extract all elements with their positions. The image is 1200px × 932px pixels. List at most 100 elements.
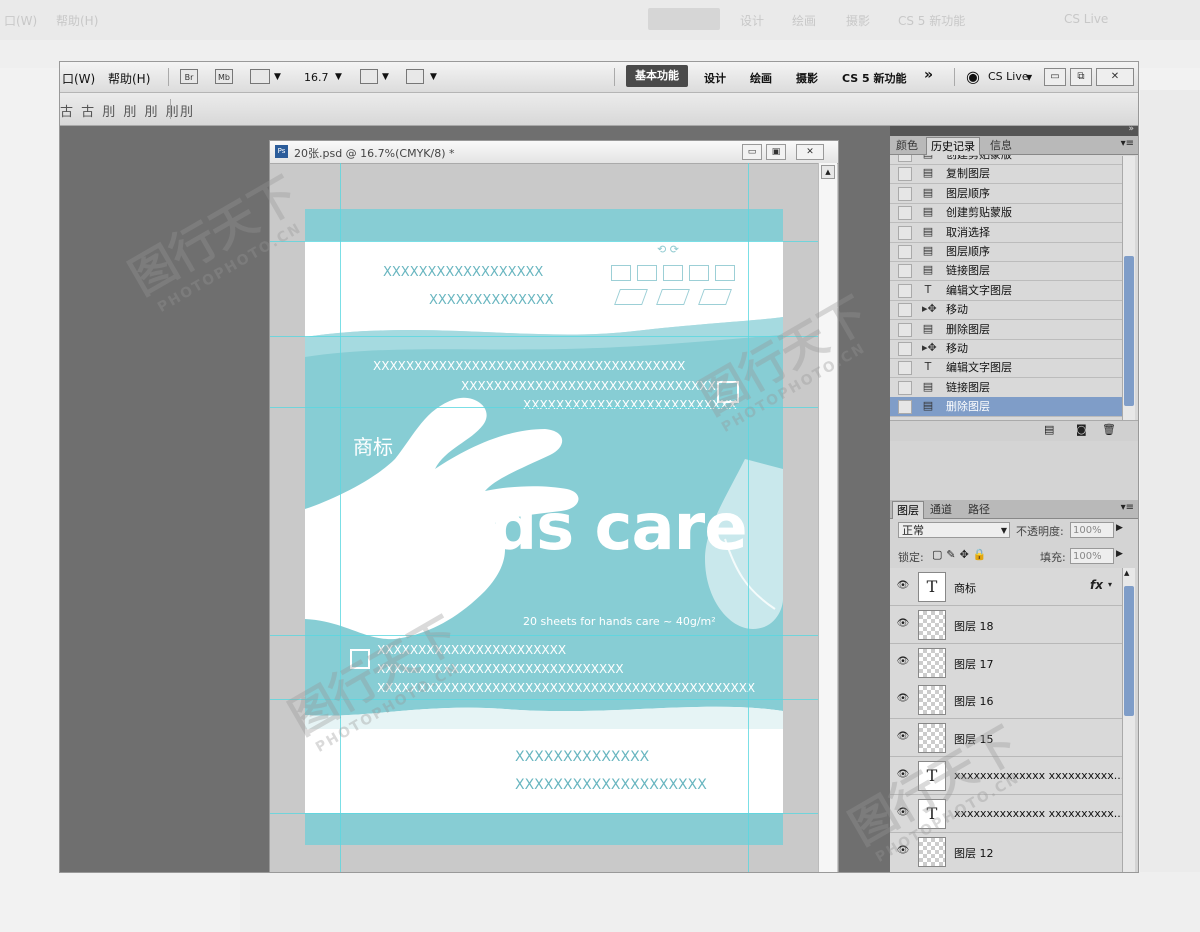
visibility-eye-icon[interactable]: 👁 [896,730,910,744]
workspace-design[interactable]: 设计 [704,70,726,86]
history-source-checkbox[interactable] [898,245,912,259]
workspace-essentials-button[interactable]: 基本功能 [626,65,688,87]
history-source-checkbox[interactable] [898,342,912,356]
layer-name[interactable]: 商标 [954,580,976,596]
opacity-slider-icon[interactable]: ▶ [1116,523,1123,533]
more-workspaces-icon[interactable]: » [924,67,933,83]
view-extras-dropdown-icon[interactable]: ▼ [274,72,281,82]
history-state[interactable]: T 编辑文字图层 [890,281,1122,301]
layers-panel-menu-icon[interactable]: ▾≡ [1121,502,1134,513]
cs-live-button[interactable]: CS Live [988,70,1029,83]
arrange-documents-button[interactable] [360,69,378,84]
doc-minimize-button[interactable]: ▭ [742,144,762,160]
layer-name[interactable]: xxxxxxxxxxxxxx xxxxxxxxxx... [954,807,1122,820]
layers-scroll-up-icon[interactable]: ▲ [1124,569,1129,577]
guide-vertical[interactable] [748,163,749,872]
layer-name[interactable]: 图层 15 [954,731,994,747]
lock-icons[interactable]: ▢✎✥🔒 [932,548,991,561]
layer-row[interactable]: 👁 图层 15 [890,719,1122,758]
layer-effects-icon[interactable]: fx [1090,578,1103,592]
screen-mode-button[interactable] [406,69,424,84]
tab-channels[interactable]: 通道 [926,501,956,518]
doc-close-button[interactable]: ✕ [796,144,824,160]
layer-row[interactable]: 👁 Txxxxxxxxxxxxxx xxxxxxxxxx... [890,794,1122,833]
history-source-checkbox[interactable] [898,400,912,415]
arrange-dropdown-icon[interactable]: ▼ [382,72,389,82]
tab-color[interactable]: 颜色 [892,137,922,154]
blend-mode-select[interactable]: 正常 ▼ [898,522,1010,538]
new-snapshot-icon[interactable]: ◙ [1076,423,1087,436]
document-vertical-scrollbar[interactable]: ▲ [818,163,837,872]
tab-layers[interactable]: 图层 [892,501,924,519]
collapse-panels-icon[interactable]: » [1128,124,1134,134]
history-source-checkbox[interactable] [898,167,912,182]
panel-dock-header[interactable]: » [890,124,1138,136]
layer-name[interactable]: 图层 17 [954,656,994,672]
layer-row[interactable]: 👁 图层 18 [890,605,1122,644]
history-source-checkbox[interactable] [898,361,912,376]
tab-history[interactable]: 历史记录 [926,137,980,155]
guide-horizontal[interactable] [270,241,818,242]
history-state[interactable]: ▤ 删除图层 [890,320,1122,340]
history-state[interactable]: ▤ 取消选择 [890,223,1122,243]
new-document-from-state-icon[interactable]: ▤ [1044,423,1054,436]
menu-window[interactable]: 口(W) [62,70,95,87]
layer-name[interactable]: 图层 18 [954,618,994,634]
cs-live-icon[interactable]: ◉ [966,67,980,86]
workspace-cs5-new[interactable]: CS 5 新功能 [842,70,907,86]
layer-row[interactable]: 👁 图层 17 [890,643,1122,682]
guide-horizontal[interactable] [270,813,818,814]
layer-row[interactable]: 👁 图层 12 [890,832,1122,871]
history-state[interactable]: T 编辑文字图层 [890,358,1122,379]
guide-vertical[interactable] [340,163,341,872]
layers-scroll-thumb[interactable] [1124,586,1134,716]
history-state[interactable]: ▤ 图层顺序 [890,184,1122,204]
visibility-eye-icon[interactable]: 👁 [896,844,910,858]
align-distribute-icons[interactable]: 古 古 刖 刖 刖 刖 [60,101,181,120]
history-source-checkbox[interactable] [898,186,912,201]
minimize-button[interactable]: ▭ [1044,68,1066,86]
history-state[interactable]: ▤ 创建剪贴蒙版 [890,203,1122,224]
history-scroll-thumb[interactable] [1124,256,1134,406]
guide-horizontal[interactable] [270,336,818,337]
history-source-checkbox[interactable] [898,206,912,221]
cs-live-dropdown-icon[interactable]: ▼ [1026,73,1032,82]
history-state[interactable]: ▸✥ 移动 [890,300,1122,321]
history-source-checkbox[interactable] [898,264,912,279]
history-scrollbar[interactable] [1122,156,1135,420]
minibridge-button[interactable]: Mb [215,69,233,84]
packaging-artboard[interactable]: XXXXXXXXXXXXXXXXXX XXXXXXXXXXXXXX ⟲ ⟳ XX… [305,209,783,845]
history-state[interactable]: ▤ 删除图层 [890,397,1122,418]
restore-button[interactable]: ⧉ [1070,68,1092,86]
menu-help[interactable]: 帮助(H) [108,70,150,87]
visibility-eye-icon[interactable]: 👁 [896,617,910,631]
history-state[interactable]: ▤ 链接图层 [890,378,1122,398]
history-source-checkbox[interactable] [898,155,912,162]
layer-row[interactable]: 👁 T 商标 fx ▾ [890,568,1122,606]
effects-expand-icon[interactable]: ▾ [1108,580,1112,589]
guide-horizontal[interactable] [270,699,818,700]
history-source-checkbox[interactable] [898,303,912,318]
history-state[interactable]: ▤ 链接图层 [890,261,1122,282]
history-source-checkbox[interactable] [898,225,912,240]
fill-slider-icon[interactable]: ▶ [1116,549,1123,559]
panel-menu-icon[interactable]: ▾≡ [1121,138,1134,149]
history-state[interactable]: ▤ 图层顺序 [890,242,1122,262]
layers-scrollbar[interactable]: ▲ [1122,568,1135,872]
history-state[interactable]: ▤ 复制图层 [890,164,1122,185]
visibility-eye-icon[interactable]: 👁 [896,692,910,706]
doc-maximize-button[interactable]: ▣ [766,144,786,160]
zoom-level[interactable]: 16.7 [304,71,329,84]
bridge-button[interactable]: Br [180,69,198,84]
visibility-eye-icon[interactable]: 👁 [896,579,910,593]
layer-row[interactable]: 👁 图层 16 [890,681,1122,720]
document-titlebar[interactable]: Ps 20张.psd @ 16.7%(CMYK/8) * ▭ ▣ ✕ [270,141,838,164]
view-extras-button[interactable] [250,69,270,84]
history-source-checkbox[interactable] [898,322,912,337]
history-source-checkbox[interactable] [898,283,912,298]
history-state[interactable]: ▸✥ 移动 [890,339,1122,359]
opacity-input[interactable]: 100% [1070,522,1114,538]
delete-state-icon[interactable]: 🗑 [1102,423,1116,436]
auto-align-icon[interactable]: 刖 [180,101,195,120]
tab-info[interactable]: 信息 [986,137,1016,154]
